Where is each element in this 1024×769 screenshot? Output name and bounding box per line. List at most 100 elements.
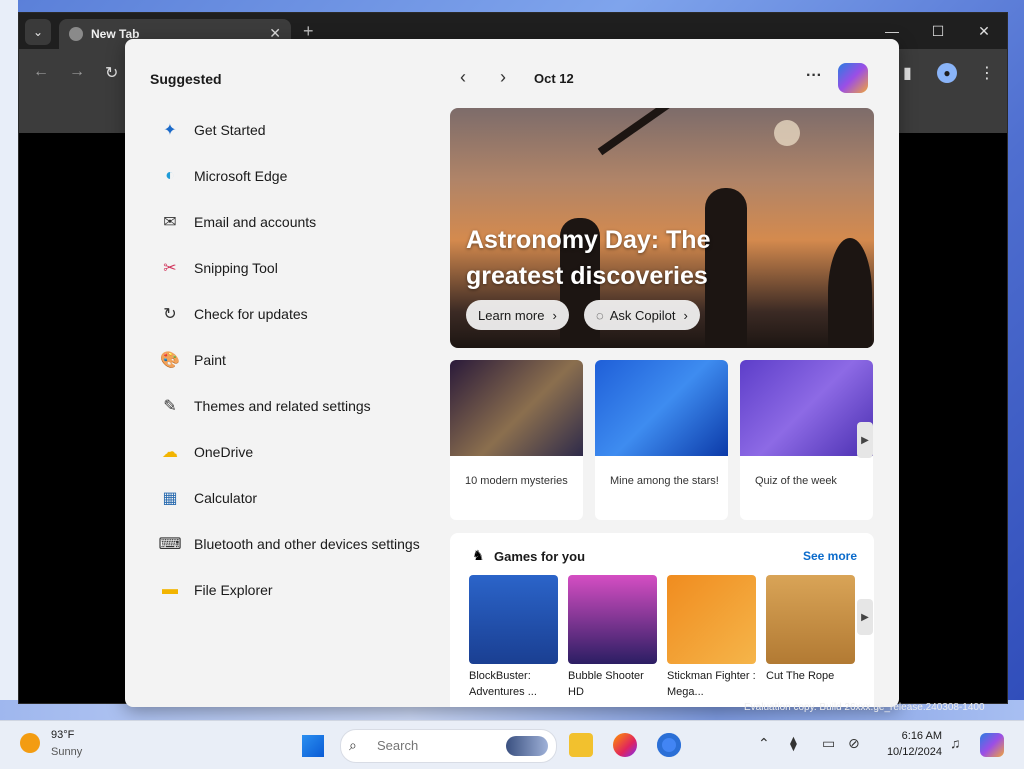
game-name: Stickman Fighter : Mega... bbox=[667, 670, 756, 698]
telescope bbox=[597, 108, 701, 156]
brush-icon: ✎ bbox=[163, 398, 177, 415]
game-tile[interactable]: Stickman Fighter : Mega... bbox=[667, 575, 757, 700]
chevron-right-icon: › bbox=[552, 307, 557, 323]
copilot-tray-icon[interactable] bbox=[980, 733, 1004, 757]
game-thumbnail bbox=[667, 575, 756, 664]
ask-copilot-label: Ask Copilot bbox=[609, 307, 676, 323]
suggested-item[interactable]: 🎨 Paint bbox=[158, 337, 448, 383]
game-thumbnail bbox=[469, 575, 558, 664]
news-card-image bbox=[595, 360, 728, 456]
next-arrow-icon[interactable]: › bbox=[500, 67, 506, 88]
news-card[interactable]: Mine among the stars! bbox=[595, 360, 728, 520]
clock-time[interactable]: 6:16 AM bbox=[878, 730, 942, 742]
game-tile[interactable]: Cut The Rope bbox=[766, 575, 856, 684]
search-input[interactable] bbox=[375, 737, 489, 754]
notification-bell-icon[interactable]: ♫ bbox=[950, 735, 961, 751]
news-card[interactable]: Quiz of the week bbox=[740, 360, 873, 520]
learn-more-button[interactable]: Learn more › bbox=[466, 300, 569, 330]
tab-search-button[interactable]: ⌄ bbox=[25, 19, 51, 45]
weather-temperature[interactable]: 93°F bbox=[51, 729, 74, 741]
games-next-button[interactable]: ▶ bbox=[857, 599, 873, 635]
game-name: Bubble Shooter HD bbox=[568, 670, 644, 698]
prev-arrow-icon[interactable]: ‹ bbox=[460, 67, 466, 88]
news-card-image bbox=[450, 360, 583, 456]
suggested-item-label: Email and accounts bbox=[194, 214, 317, 230]
suggested-item-label: OneDrive bbox=[194, 444, 254, 460]
profile-icon[interactable]: ● bbox=[937, 63, 957, 83]
tree-silhouette bbox=[828, 238, 872, 348]
edge-icon: ◐ bbox=[165, 167, 175, 184]
suggested-item[interactable]: ✉ Email and accounts bbox=[158, 199, 448, 245]
feed-header: ‹ › Oct 12 ··· bbox=[450, 63, 880, 93]
clock-date[interactable]: 10/12/2024 bbox=[878, 746, 942, 758]
cards-next-button[interactable]: ▶ bbox=[857, 422, 873, 458]
suggested-item[interactable]: ✂ Snipping Tool bbox=[158, 245, 448, 291]
suggested-item-label: Snipping Tool bbox=[194, 260, 278, 276]
news-card[interactable]: 10 modern mysteries bbox=[450, 360, 583, 520]
more-options-icon[interactable]: ··· bbox=[806, 67, 822, 85]
chevron-right-icon: › bbox=[683, 307, 688, 323]
reload-icon[interactable]: ↻ bbox=[105, 63, 118, 83]
start-button[interactable] bbox=[302, 735, 324, 757]
side-panel-icon[interactable]: ▮ bbox=[903, 63, 912, 83]
ask-copilot-button[interactable]: ◌ Ask Copilot › bbox=[584, 300, 700, 330]
display-icon[interactable]: ▭ bbox=[822, 735, 835, 752]
suggested-item[interactable]: ▦ Calculator bbox=[158, 475, 448, 521]
maximize-button[interactable]: ☐ bbox=[915, 13, 961, 49]
chat-icon: ◌ bbox=[596, 307, 604, 323]
suggested-item-label: Microsoft Edge bbox=[194, 168, 288, 184]
gamepad-icon: ♞ bbox=[472, 547, 485, 563]
paint-icon: 🎨 bbox=[160, 352, 180, 369]
devices-icon: ⌨ bbox=[158, 536, 182, 553]
suggested-item-label: Check for updates bbox=[194, 306, 308, 322]
menu-icon[interactable]: ⋮ bbox=[979, 63, 995, 83]
suggested-item-label: Get Started bbox=[194, 122, 266, 138]
get-started-icon: ✦ bbox=[163, 122, 177, 139]
news-card-caption: Quiz of the week bbox=[755, 475, 837, 487]
games-title: Games for you bbox=[494, 549, 586, 564]
suggested-item-label: Calculator bbox=[194, 490, 258, 506]
suggested-item[interactable]: ◐ Microsoft Edge bbox=[158, 153, 448, 199]
suggested-item-label: Bluetooth and other devices settings bbox=[194, 536, 420, 552]
close-window-button[interactable]: ✕ bbox=[961, 13, 1007, 49]
folder-icon: ▬ bbox=[162, 581, 178, 598]
suggested-item-label: Paint bbox=[194, 352, 226, 368]
refresh-icon: ↻ bbox=[163, 306, 177, 323]
game-tile[interactable]: BlockBuster: Adventures ... bbox=[469, 575, 559, 700]
copilot-icon[interactable] bbox=[838, 63, 868, 93]
game-name: BlockBuster: Adventures ... bbox=[469, 670, 537, 698]
chrome-icon[interactable] bbox=[657, 733, 681, 757]
game-thumbnail bbox=[766, 575, 855, 664]
suggested-item[interactable]: ▬ File Explorer bbox=[158, 567, 448, 613]
search-icon: ⌕ bbox=[349, 737, 357, 753]
suggestions-panel: Suggested ✦ Get Started ◐ Microsoft Edge ✉ Em… bbox=[125, 39, 899, 707]
suggested-item-label: File Explorer bbox=[194, 582, 273, 598]
chevron-up-icon[interactable]: ⌃ bbox=[758, 735, 770, 752]
feed-date: Oct 12 bbox=[534, 71, 574, 86]
volume-muted-icon[interactable]: ⊘ bbox=[848, 735, 860, 752]
see-more-link[interactable]: See more bbox=[803, 549, 857, 563]
moon bbox=[774, 120, 800, 146]
back-icon[interactable]: ← bbox=[33, 63, 49, 81]
evaluation-watermark: Evaluation copy. Build 26xxx.ge_release.… bbox=[744, 702, 985, 713]
weather-condition[interactable]: Sunny bbox=[51, 746, 82, 758]
taskbar-search[interactable]: ⌕ bbox=[340, 729, 557, 763]
game-tile[interactable]: Bubble Shooter HD bbox=[568, 575, 658, 700]
globe-icon bbox=[69, 27, 83, 41]
firefox-icon[interactable] bbox=[613, 733, 637, 757]
sun-icon[interactable] bbox=[20, 733, 40, 753]
suggested-item[interactable]: ✎ Themes and related settings bbox=[158, 383, 448, 429]
suggested-item[interactable]: ⌨ Bluetooth and other devices settings bbox=[158, 521, 448, 567]
suggested-item[interactable]: ↻ Check for updates bbox=[158, 291, 448, 337]
hero-title: Astronomy Day: The greatest discoveries bbox=[466, 226, 711, 290]
file-explorer-icon[interactable] bbox=[569, 733, 593, 757]
hero-card[interactable]: Astronomy Day: The greatest discoveries … bbox=[450, 108, 874, 348]
suggested-item[interactable]: ✦ Get Started bbox=[158, 107, 448, 153]
search-highlight-image bbox=[506, 736, 548, 756]
forward-icon[interactable]: → bbox=[69, 63, 85, 81]
suggested-item-label: Themes and related settings bbox=[194, 398, 371, 414]
news-cards: Quiz of the week Mine among the stars! 10 … bbox=[450, 360, 874, 520]
game-thumbnail bbox=[568, 575, 657, 664]
network-icon[interactable]: ⧫ bbox=[790, 735, 797, 752]
suggested-item[interactable]: ☁ OneDrive bbox=[158, 429, 448, 475]
